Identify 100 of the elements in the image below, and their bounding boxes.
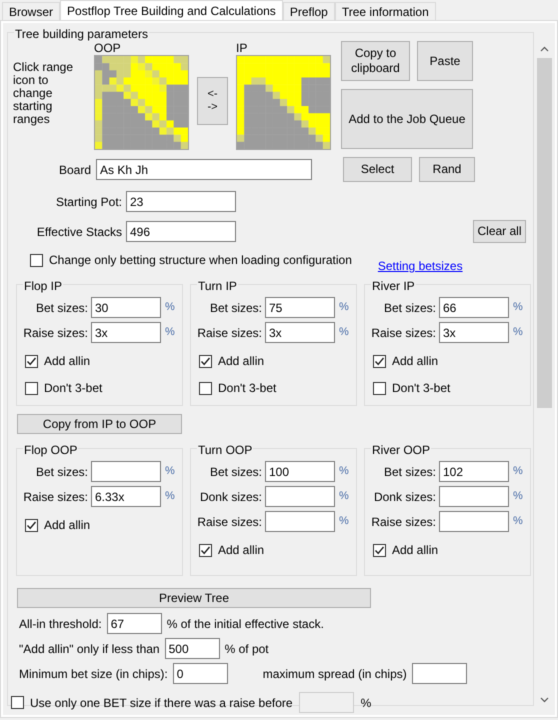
checkbox[interactable]: [11, 696, 24, 709]
input-field[interactable]: 3x: [439, 322, 509, 343]
select-button[interactable]: Select: [343, 157, 412, 182]
board-label: Board: [58, 162, 92, 178]
tab[interactable]: Browser: [2, 2, 60, 20]
checkbox[interactable]: [373, 354, 386, 368]
checkbox[interactable]: [199, 354, 212, 368]
field-label: Raise sizes:: [23, 488, 89, 506]
checkbox[interactable]: [373, 382, 386, 394]
input-field[interactable]: [412, 663, 467, 684]
percent-label: %: [513, 489, 523, 504]
input-field[interactable]: 100: [265, 461, 335, 482]
field-label: Donk sizes:: [198, 488, 263, 506]
range-grid-drawing[interactable]: [236, 55, 331, 150]
scroll-up-icon[interactable]: [540, 46, 549, 52]
input-field[interactable]: 500: [164, 638, 220, 659]
checkbox[interactable]: [373, 544, 386, 556]
input-field[interactable]: 102: [439, 461, 509, 482]
input-field[interactable]: 3x: [265, 322, 335, 343]
percent-label: %: [339, 464, 349, 480]
swap-arrow-text: <-: [207, 88, 218, 101]
percent-label: %: [339, 325, 349, 340]
input-field[interactable]: 67: [106, 613, 162, 634]
field-label: Donk sizes:: [372, 488, 437, 506]
all-in-threshold-suffix: % of the initial effective stack.: [166, 616, 324, 632]
input-field[interactable]: 66: [439, 297, 509, 318]
setting-betsizes-link[interactable]: Setting betsizes: [378, 257, 463, 275]
percent-label: %: [339, 489, 349, 504]
input-field[interactable]: 0: [172, 663, 228, 684]
field-label: Bet sizes:: [382, 300, 437, 316]
checkbox[interactable]: [25, 354, 38, 368]
scrollbar-thumb[interactable]: [537, 58, 552, 408]
checkbox-label: Add allin: [392, 353, 438, 370]
swap-arrow-text: ->: [207, 101, 218, 114]
percent-label: %: [360, 694, 372, 712]
checkbox[interactable]: [25, 382, 38, 394]
checkbox-label: Add allin: [44, 353, 90, 370]
input-field[interactable]: 496: [126, 221, 236, 242]
percent-of-pot-label: % of pot: [224, 640, 269, 658]
clear-all-button[interactable]: Clear all: [473, 220, 526, 243]
maximum-spread-label: maximum spread (in chips): [262, 666, 408, 682]
swap-button[interactable]: <- ->: [197, 77, 228, 125]
checkbox[interactable]: [30, 254, 43, 266]
input-field[interactable]: [265, 511, 335, 532]
ip-label: IP: [236, 41, 248, 55]
input-field[interactable]: 3x: [91, 322, 161, 343]
checkbox-label: Don't 3-bet: [44, 380, 102, 397]
field-label: Raise sizes:: [371, 514, 437, 530]
percent-label: %: [339, 300, 349, 316]
copy-to-clipboard-button[interactable]: Copy to clipboard: [341, 41, 410, 81]
minimum-bet-label: Minimum bet size (in chips):: [19, 666, 169, 682]
checkbox-label: Add allin: [218, 353, 264, 370]
checkbox-label: Don't 3-bet: [218, 380, 276, 397]
percent-label: %: [165, 464, 175, 480]
field-label: Bet sizes:: [34, 464, 89, 480]
effective-stacks-label: Effective Stacks: [36, 224, 123, 240]
percent-label: %: [339, 514, 349, 530]
field-label: Raise sizes:: [371, 324, 437, 342]
input-field[interactable]: 6.33x: [91, 486, 161, 507]
field-label: Raise sizes:: [197, 324, 263, 342]
input-field[interactable]: 30: [91, 297, 161, 318]
preview-tree-button[interactable]: Preview Tree: [17, 588, 371, 608]
checkbox[interactable]: [199, 544, 212, 556]
percent-label: %: [513, 325, 523, 340]
all-in-threshold-label: All-in threshold:: [19, 616, 103, 632]
rand-button[interactable]: Rand: [419, 157, 475, 182]
percent-label: %: [165, 489, 175, 504]
checkbox-label: Add allin: [44, 517, 90, 534]
input-field[interactable]: [91, 461, 161, 482]
field-label: Bet sizes:: [34, 300, 89, 316]
tab[interactable]: Preflop: [282, 2, 335, 20]
checkbox[interactable]: [25, 518, 38, 532]
paste-button[interactable]: Paste: [417, 41, 473, 81]
checkbox-label: Add allin: [392, 542, 438, 559]
field-label: Bet sizes:: [208, 300, 263, 316]
percent-label: %: [513, 300, 523, 316]
tab[interactable]: Tree information: [334, 2, 436, 20]
scroll-down-icon[interactable]: [540, 697, 549, 703]
checkbox[interactable]: [199, 382, 212, 394]
range-grid-drawing[interactable]: [94, 55, 189, 150]
checkbox-label: Don't 3-bet: [392, 380, 450, 397]
percent-label: %: [513, 514, 523, 530]
copy-from-ip-to-oop-button[interactable]: Copy from IP to OOP: [17, 414, 182, 434]
add-to-job-queue-button[interactable]: Add to the Job Queue: [341, 89, 473, 149]
percent-label: %: [165, 300, 175, 316]
input-field[interactable]: As Kh Jh: [96, 159, 312, 180]
instruction-text: Click range icon to change starting ranges: [13, 61, 74, 126]
oop-label: OOP: [94, 41, 122, 55]
field-label: Raise sizes:: [23, 324, 89, 342]
checkbox-label: Use only one BET size if there was a raise before: [30, 694, 293, 712]
percent-label: %: [513, 464, 523, 480]
input-field[interactable]: [439, 511, 509, 532]
tab[interactable]: Postflop Tree Building and Calculations: [60, 0, 283, 20]
field-label: Raise sizes:: [197, 514, 263, 530]
percent-label: %: [165, 325, 175, 340]
input-field[interactable]: [439, 486, 509, 507]
input-field[interactable]: 75: [265, 297, 335, 318]
field-label: Bet sizes:: [382, 464, 437, 480]
input-field[interactable]: [265, 486, 335, 507]
input-field[interactable]: 23: [126, 191, 236, 212]
